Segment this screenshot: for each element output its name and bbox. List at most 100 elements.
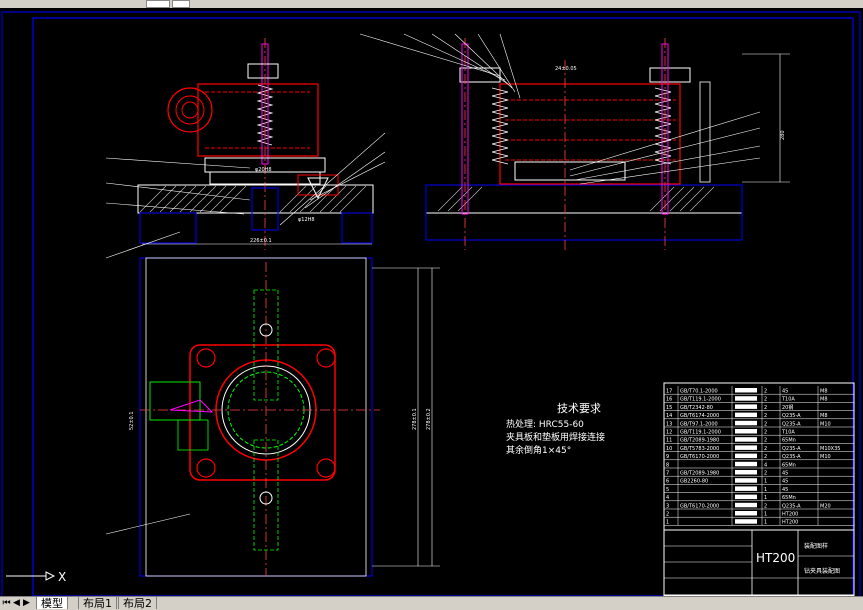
bom-name-cell — [735, 470, 757, 475]
bom-cell-mat: 45 — [782, 471, 788, 477]
bom-cell-qty: 2 — [764, 421, 767, 427]
bom-name-cell — [735, 461, 757, 467]
bom-cell-spec: M10 — [820, 421, 831, 427]
toolbar-button[interactable] — [146, 0, 170, 8]
bom-cell-no: 5 — [666, 487, 669, 493]
drawing-canvas[interactable]: 226±0.1 φ20H8 φ12H8 280 24±0.05 278±0.1 … — [0, 8, 863, 596]
front-view: 226±0.1 φ20H8 φ12H8 — [105, 38, 386, 259]
bom-cell-mat: 20钢 — [782, 404, 793, 411]
bom-cell-qty: 1 — [764, 520, 767, 526]
bom-cell-code: GB/T2089-1980 — [680, 438, 719, 444]
bom-cell-code: GB/T2089-1980 — [680, 471, 719, 477]
top-toolbar-strip — [0, 0, 863, 8]
bom-cell-code: GB/T6174-2000 — [680, 413, 719, 419]
bom-name-cell — [735, 412, 757, 418]
bom-cell-mat: Q235-A — [782, 446, 801, 452]
bom-cell-mat: T10A — [781, 430, 795, 436]
bom-name-cell — [735, 511, 757, 516]
bom-cell-qty: 1 — [764, 512, 767, 518]
tab-layout2[interactable]: 布局2 — [118, 597, 157, 610]
technical-requirements: 技术要求 热处理: HRC55-60 夹具板和垫板用焊接连接 其余倒角1×45° — [506, 402, 605, 456]
bom-cell-code: GB/T70.1-2000 — [680, 389, 718, 395]
dim-plan-left: 52±0.1 — [129, 411, 135, 430]
bom-cell-qty: 1 — [764, 479, 767, 485]
bom-cell-mat: 65Mn — [782, 495, 796, 501]
bom-cell-mat: Q235-A — [782, 421, 801, 427]
bom-name-cell — [735, 420, 757, 426]
toolbar-button[interactable] — [172, 0, 190, 8]
layout-tab-bar: ⏮ ◀ ▶ 模型 布局1 布局2 — [0, 596, 863, 610]
base-hatch — [139, 185, 367, 213]
bom-name-cell — [735, 437, 757, 442]
bom-cell-no: 13 — [666, 421, 672, 427]
bom-cell-mat: 45 — [782, 487, 788, 493]
bom-name-cell — [735, 388, 757, 393]
bom-cell-code: GB/T6170-2000 — [680, 503, 719, 509]
bom-cell-qty: 2 — [764, 446, 767, 452]
plan-view: 278±0.1 278±0.2 52±0.1 — [105, 257, 440, 577]
bom-name-cell — [735, 453, 757, 459]
dim-front-bore: φ20H8 — [255, 167, 272, 173]
title-material: HT200 — [756, 551, 795, 565]
bom-cell-no: 2 — [666, 512, 669, 518]
bom-cell-no: 14 — [666, 413, 672, 419]
bom-cell-qty: 2 — [764, 413, 767, 419]
tech-req-line-3: 其余倒角1×45° — [506, 444, 571, 456]
bom-cell-no: 8 — [666, 462, 669, 468]
bom-cell-no: 6 — [666, 479, 669, 485]
bom-name-cell — [735, 519, 757, 524]
dim-side-height: 280 — [780, 130, 786, 140]
bom-name-cell — [735, 429, 757, 434]
bom-cell-no: 16 — [666, 397, 672, 403]
bom-cell-spec: M20 — [820, 503, 831, 509]
bom-cell-no: 12 — [666, 430, 672, 436]
bom-cell-spec: M8 — [820, 413, 828, 419]
bom-cell-code: GB/T119.1-2000 — [680, 430, 721, 436]
bom-cell-qty: 2 — [764, 454, 767, 460]
bom-cell-mat: Q235-A — [782, 503, 801, 509]
bom-cell-code: GB/T97.1-2000 — [680, 421, 718, 427]
bom-cell-mat: Q235-A — [782, 454, 801, 460]
bom-cell-qty: 2 — [764, 438, 767, 444]
ucs-x-label: X — [58, 570, 66, 584]
bom-cell-spec: M10 — [820, 454, 831, 460]
side-view: 280 24±0.05 — [359, 33, 790, 250]
bom-name-cell — [735, 445, 757, 450]
bom-cell-mat: 65Mn — [782, 462, 796, 468]
tab-first-icon[interactable]: ⏮ — [2, 597, 11, 609]
dim-front-width: 226±0.1 — [250, 238, 272, 244]
bom-cell-no: 1 — [666, 520, 669, 526]
tech-req-title: 技术要求 — [557, 402, 601, 415]
bom-cell-code: GB2260-80 — [680, 479, 708, 485]
bom-name-cell — [735, 396, 757, 401]
dim-plan-width2: 278±0.2 — [426, 408, 432, 430]
bom-cell-qty: 1 — [764, 487, 767, 493]
bom-name-cell — [735, 486, 757, 491]
tab-model[interactable]: 模型 — [36, 597, 68, 610]
tab-prev-icon[interactable]: ◀ — [12, 597, 21, 609]
dim-front-small: φ12H8 — [298, 217, 315, 223]
bom-cell-mat: T10A — [781, 397, 795, 403]
bom-cell-code: GB/T6170-2000 — [680, 454, 719, 460]
bom-cell-qty: 2 — [764, 389, 767, 395]
bom-cell-no: 3 — [666, 503, 669, 509]
bom-cell-no: 4 — [666, 495, 669, 501]
bom-name-cell — [735, 494, 757, 500]
bom-cell-no: 9 — [666, 454, 669, 460]
tab-next-icon[interactable]: ▶ — [22, 597, 31, 609]
bom-cell-mat: HT200 — [782, 512, 798, 518]
bom-cell-code: GB/T119.1-2000 — [680, 397, 721, 403]
tab-layout1[interactable]: 布局1 — [78, 597, 117, 610]
sheet-outer-frame — [1, 11, 861, 596]
bom-cell-spec: M10X35 — [820, 446, 840, 452]
bom-cell-no: 15 — [666, 405, 672, 411]
ucs-icon: X — [6, 570, 66, 584]
title-block: HT200 装配图样 钻夹具装配图 — [663, 529, 855, 596]
sheet-inner-frame — [32, 17, 854, 596]
bom-cell-no: 7 — [666, 471, 669, 477]
bom-cell-qty: 4 — [764, 462, 767, 468]
title-drawing-name: 装配图样 — [804, 542, 828, 550]
bom-cell-mat: 45 — [782, 389, 788, 395]
bom-cell-no: 11 — [666, 438, 672, 444]
bom-cell-qty: 2 — [764, 430, 767, 436]
